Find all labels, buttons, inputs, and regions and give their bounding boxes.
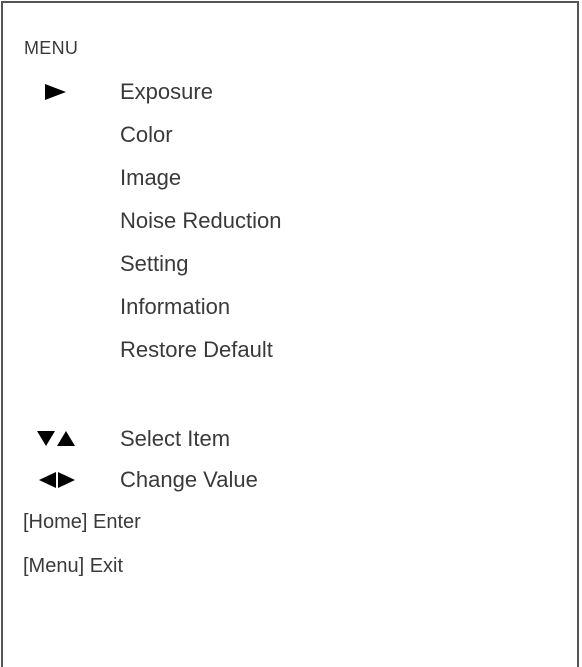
- menu-item-image[interactable]: Image: [3, 159, 577, 202]
- hint-select-item: Select Item: [3, 418, 577, 459]
- menu-item-label: Exposure: [120, 79, 213, 104]
- menu-item-label: Noise Reduction: [120, 208, 282, 233]
- up-arrow-icon: [57, 431, 75, 446]
- menu-item-label: Restore Default: [120, 337, 273, 362]
- menu-item-label: Image: [120, 165, 182, 190]
- menu-item-restore-default[interactable]: Restore Default: [3, 331, 577, 374]
- menu-item-setting[interactable]: Setting: [3, 245, 577, 288]
- menu-item-exposure[interactable]: Exposure: [3, 73, 577, 116]
- selection-arrow-icon: [45, 84, 66, 100]
- menu-item-noise-reduction[interactable]: Noise Reduction: [3, 202, 577, 245]
- menu-item-information[interactable]: Information: [3, 288, 577, 331]
- key-hints: Select Item Change Value [Home] Enter [M…: [3, 418, 577, 588]
- menu-title: MENU: [24, 38, 79, 58]
- hint-home-enter: [Home] Enter: [23, 511, 141, 533]
- menu-list: Exposure Color Image Noise Reduction Set…: [3, 73, 577, 374]
- menu-item-label: Color: [120, 122, 173, 147]
- left-arrow-icon: [39, 472, 56, 488]
- hint-menu-exit: [Menu] Exit: [23, 555, 124, 577]
- menu-item-label: Setting: [120, 251, 189, 276]
- right-arrow-icon: [58, 472, 75, 488]
- hint-label: Select Item: [120, 426, 231, 451]
- hint-change-value: Change Value: [3, 459, 577, 500]
- menu-item-color[interactable]: Color: [3, 116, 577, 159]
- down-up-arrows-icon: [37, 431, 75, 446]
- down-arrow-icon: [37, 431, 55, 446]
- menu-item-label: Information: [120, 294, 231, 319]
- hint-label: Change Value: [120, 467, 258, 492]
- osd-menu-panel: MENU Exposure Color Image Noise Reductio…: [1, 1, 579, 667]
- left-right-arrows-icon: [39, 472, 75, 488]
